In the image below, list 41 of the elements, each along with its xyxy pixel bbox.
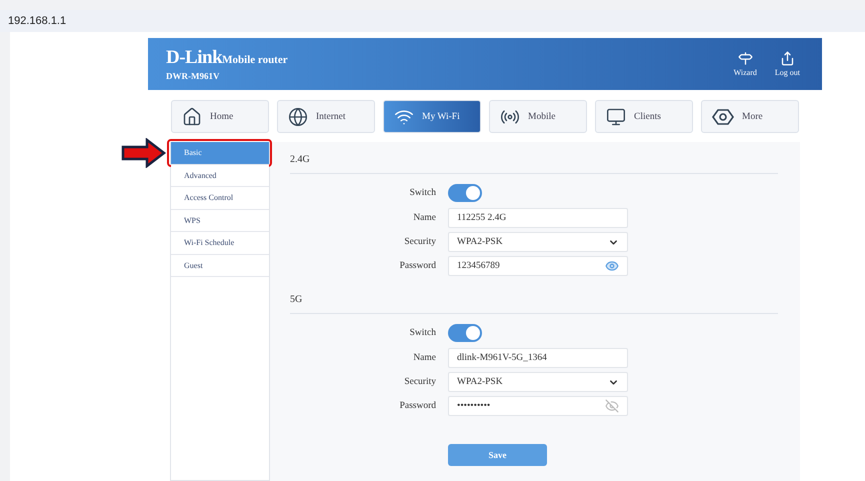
sidebar-item[interactable]: Advanced [171,164,269,187]
section-title: 2.4G [290,154,778,174]
nav-tab[interactable]: More [701,100,799,133]
model-name: DWR-M961V [166,71,220,81]
eye-icon[interactable] [605,259,619,273]
logout-button[interactable]: Log out [774,51,800,77]
section-title: 5G [290,294,778,314]
field-label: Name [413,353,436,363]
logo: D-Link [166,47,222,69]
name-field[interactable]: dlink-M961V-5G_1364 [448,348,628,368]
sidebar-item[interactable]: Guest [171,254,269,277]
toggle-switch[interactable] [448,324,482,342]
wizard-button[interactable]: Wizard [734,51,757,77]
hexagon-icon [712,108,734,124]
field-label: Password [400,261,436,271]
password-field[interactable]: 123456789 [448,256,628,276]
nav-tab[interactable]: Internet [277,100,375,133]
security-select[interactable]: WPA2-PSK [448,372,628,392]
product-name: Mobile router [222,54,288,66]
password-field[interactable]: •••••••••• [448,396,628,416]
arrow-icon [121,138,167,168]
signpost-icon [738,51,753,66]
field-label: Name [413,213,436,223]
field-label: Security [404,237,436,247]
nav-tab[interactable]: Clients [595,100,693,133]
field-label: Switch [410,188,436,198]
globe-icon [288,106,308,126]
nav-tab[interactable]: Home [171,100,269,133]
monitor-icon [606,106,626,126]
sidebar-item[interactable]: WPS [171,210,269,232]
house-icon [182,106,202,126]
nav-tab[interactable]: Mobile [489,100,587,133]
eye-slash-icon[interactable] [605,399,619,413]
field-label: Security [404,377,436,387]
nav-tab[interactable]: My Wi-Fi [383,100,481,133]
name-field[interactable]: 112255 2.4G [448,208,628,228]
security-select[interactable]: WPA2-PSK [448,232,628,252]
field-label: Switch [410,328,436,338]
toggle-switch[interactable] [448,184,482,202]
upload-box-icon [780,51,795,66]
field-label: Password [400,401,436,411]
